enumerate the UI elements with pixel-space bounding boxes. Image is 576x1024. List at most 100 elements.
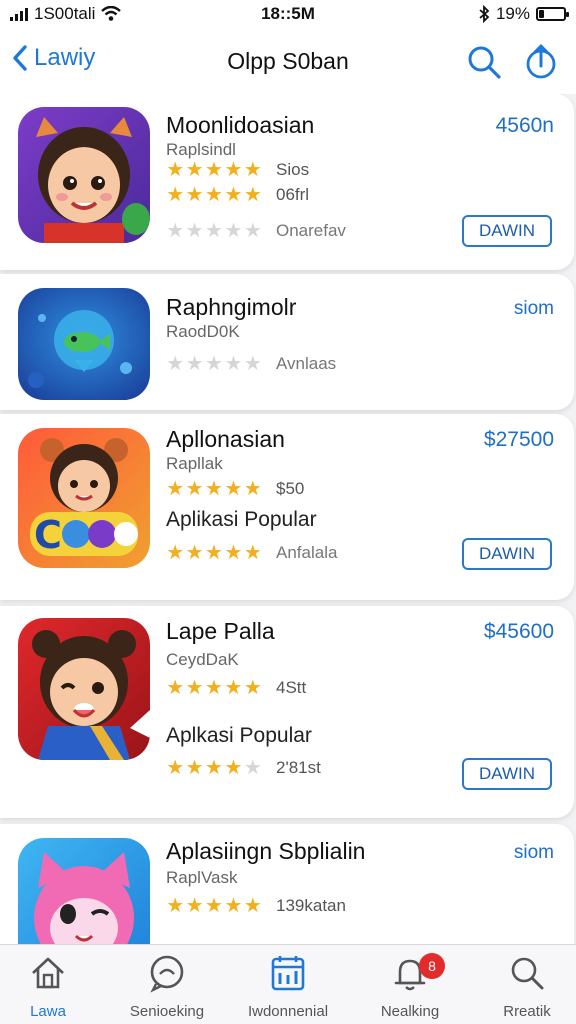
star-filled-icon: ★ (205, 677, 223, 699)
app-icon-pink-cat (18, 838, 150, 944)
status-right: 19% (478, 4, 569, 24)
share-icon (526, 44, 556, 79)
home-icon (32, 957, 64, 989)
star-filled-icon: ★ (185, 478, 204, 500)
star-filled-icon: ★ (243, 677, 262, 699)
tab-label: Iwdonnenial (247, 1003, 329, 1020)
star-empty-icon: ★ (224, 353, 243, 375)
star-rating: ★ ★ ★ ★ ★ (166, 543, 262, 563)
rating-meta: Onarefav (276, 221, 346, 240)
tab-bar: Lawa Senioeking Iwdonnenial 8 Nealking R… (0, 944, 576, 1024)
star-filled-icon: ★ (224, 677, 243, 699)
star-rating: ★ ★ ★ ★ ★ (166, 221, 262, 241)
tab-chat[interactable]: Senioeking (112, 953, 222, 1020)
star-filled-icon: ★ (224, 159, 243, 181)
star-filled-icon: ★ (185, 757, 204, 779)
app-tagline: Aplikasi Popular (166, 508, 317, 531)
app-price: 4560n (495, 114, 554, 137)
star-filled-icon: ★ (185, 677, 204, 699)
battery-icon (536, 7, 569, 21)
app-card[interactable]: Aplasiingn Sbplialin siom RaplVask ★ ★ ★ ★ ★… (0, 824, 574, 944)
app-subtitle: RaplVask (166, 868, 238, 887)
star-filled-icon: ★ (243, 478, 262, 500)
battery-level (539, 10, 544, 18)
tab-notifications[interactable]: 8 Nealking (355, 953, 465, 1020)
star-filled-icon: ★ (205, 184, 223, 206)
star-rating: ★ ★ ★ ★ ★ (166, 678, 262, 698)
rating-meta: 4Stt (276, 678, 307, 697)
star-filled-icon: ★ (185, 542, 204, 564)
download-button[interactable]: DAWIN (462, 215, 552, 247)
chat-icon (150, 955, 184, 993)
app-icon-fish (18, 288, 150, 400)
star-filled-icon: ★ (205, 478, 223, 500)
rating-meta: 139katan (276, 896, 346, 915)
star-filled-icon: ★ (185, 184, 204, 206)
star-filled-icon: ★ (224, 184, 243, 206)
rating-meta: Sios (276, 160, 310, 179)
battery-percent: 19% (495, 4, 530, 23)
star-filled-icon: ★ (205, 757, 223, 779)
star-filled-icon: ★ (243, 542, 262, 564)
nav-bar: Lawiy Olpp S0ban (0, 30, 576, 94)
star-rating: ★ ★ ★ ★ ★ (166, 354, 262, 374)
calendar-icon (271, 956, 305, 991)
star-filled-icon: ★ (224, 895, 243, 917)
star-rating: ★ ★ ★ ★ ★ (166, 479, 262, 499)
app-title: Apllonasian (166, 426, 285, 452)
tab-label: Nealking (380, 1003, 440, 1020)
star-filled-icon: ★ (166, 677, 185, 699)
tab-search[interactable]: Rreatik (472, 953, 576, 1020)
rating-meta: $50 (276, 479, 305, 498)
app-icon-girl (18, 107, 150, 243)
star-empty-icon: ★ (166, 220, 185, 242)
rating-row: ★ ★ ★ ★ ★ 139katan (166, 896, 346, 916)
app-subtitle: Rapllak (166, 454, 223, 473)
star-rating: ★ ★ ★ ★ ★ (166, 160, 262, 180)
app-card[interactable]: Moonlidoasian 4560n Raplsindl ★ ★ ★ ★ ★ Sios… (0, 94, 574, 270)
star-filled-icon: ★ (243, 184, 262, 206)
star-filled-icon: ★ (224, 542, 243, 564)
search-button[interactable] (464, 42, 504, 82)
app-card[interactable]: Raphngimolr siom RaodD0K ★ ★ ★ ★ ★ Avnlaas (0, 274, 574, 410)
star-rating: ★ ★ ★ ★ ★ (166, 185, 262, 205)
rating-row: ★ ★ ★ ★ ★ $50 (166, 479, 304, 499)
app-price: siom (513, 842, 554, 863)
app-icon-cbo: C (18, 428, 150, 568)
search-icon (468, 46, 501, 79)
app-subtitle: RaodD0K (166, 322, 240, 341)
bluetooth-icon (479, 5, 490, 23)
app-price: $45600 (483, 620, 554, 643)
star-filled-icon: ★ (205, 159, 223, 181)
star-rating: ★ ★ ★ ★ ★ (166, 896, 262, 916)
star-empty-icon: ★ (224, 220, 243, 242)
rating-row: ★ ★ ★ ★ ★ Onarefav (166, 221, 346, 241)
star-filled-icon: ★ (166, 159, 185, 181)
star-filled-icon: ★ (224, 757, 243, 779)
app-card[interactable]: Lape Palla $45600 CeydDaK ★ ★ ★ ★ ★ 4Stt Apl… (0, 606, 574, 818)
star-empty-icon: ★ (166, 353, 185, 375)
star-empty-icon: ★ (243, 353, 262, 375)
star-filled-icon: ★ (205, 542, 223, 564)
share-button[interactable] (521, 42, 561, 82)
star-filled-icon: ★ (185, 895, 204, 917)
download-button[interactable]: DAWIN (462, 758, 552, 790)
star-empty-icon: ★ (205, 220, 223, 242)
app-subtitle: CeydDaK (166, 650, 239, 669)
rating-meta: Anfalala (276, 543, 338, 562)
rating-row: ★ ★ ★ ★ ★ 2'81st (166, 758, 321, 778)
download-button[interactable]: DAWIN (462, 538, 552, 570)
tab-calendar[interactable]: Iwdonnenial (233, 953, 343, 1020)
tab-label: Senioeking (129, 1003, 205, 1020)
app-title: Aplasiingn Sbplialin (166, 838, 366, 864)
rating-meta: 06frl (276, 185, 310, 204)
app-price: $27500 (483, 428, 554, 451)
app-subtitle: Raplsindl (166, 140, 236, 159)
star-empty-icon: ★ (185, 220, 204, 242)
app-title: Raphngimolr (166, 294, 297, 320)
star-filled-icon: ★ (166, 542, 185, 564)
star-filled-icon: ★ (166, 184, 185, 206)
app-card[interactable]: C Apllonasian $27500 Rapllak ★ ★ ★ ★ ★ $50 A… (0, 414, 574, 600)
app-title: Lape Palla (166, 618, 275, 644)
tab-home[interactable]: Lawa (0, 953, 103, 1020)
